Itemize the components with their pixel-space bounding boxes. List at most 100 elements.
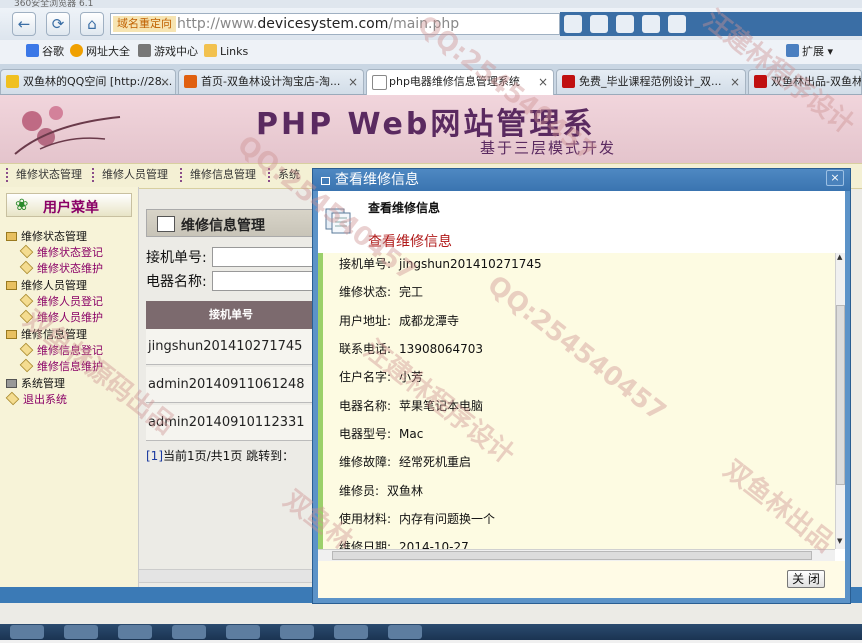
- menu-item-staff-edit[interactable]: 维修人员维护: [19, 309, 103, 325]
- menu-group-repair[interactable]: 维修信息管理: [6, 328, 87, 342]
- taskbar-app-icon[interactable]: [64, 625, 98, 639]
- back-icon[interactable]: ←: [12, 12, 36, 36]
- tab-close-icon[interactable]: ×: [160, 70, 170, 94]
- menu-item-repair-add[interactable]: 维修信息登记: [19, 342, 103, 358]
- main-panel-header: 维修信息管理: [146, 209, 316, 237]
- table-row[interactable]: jingshun201410271745: [146, 329, 316, 365]
- address-bar[interactable]: 域名重定向 http://www.devicesystem.com/main.p…: [110, 13, 560, 35]
- toolbar-icon[interactable]: [590, 15, 608, 33]
- order-no-input[interactable]: [212, 247, 324, 267]
- taskbar-app-icon[interactable]: [172, 625, 206, 639]
- menu-group-system[interactable]: 系统管理: [6, 377, 65, 391]
- tab-taobao[interactable]: 首页-双鱼林设计淘宝店-淘... ×: [178, 69, 364, 94]
- tab-free-course[interactable]: 免费_毕业课程范例设计_双... ×: [556, 69, 746, 94]
- tab-shuangyulin[interactable]: 双鱼林出品-双鱼林: [748, 69, 862, 94]
- scroll-thumb[interactable]: [332, 551, 812, 560]
- page-horizontal-scrollbar[interactable]: [138, 569, 318, 583]
- toolbar-icons: [560, 12, 862, 36]
- bookmark-label: 谷歌: [42, 45, 64, 58]
- menu-group-staff[interactable]: 维修人员管理: [6, 279, 87, 293]
- tab-label: 免费_毕业课程范例设计_双...: [579, 75, 722, 88]
- bookmark-links[interactable]: Links: [204, 44, 248, 60]
- extensions-button[interactable]: 扩展 ▾: [786, 44, 833, 60]
- dialog-titlebar[interactable]: 查看维修信息 ×: [313, 169, 850, 191]
- window-icon: [321, 177, 330, 185]
- refresh-icon[interactable]: ⟳: [46, 12, 70, 36]
- extensions-label: 扩展: [802, 45, 824, 58]
- nav-repair-manage[interactable]: 维修信息管理: [180, 168, 256, 182]
- computer-icon: [6, 379, 17, 388]
- toolbar-icon[interactable]: [642, 15, 660, 33]
- folder-icon: [204, 44, 217, 57]
- close-button[interactable]: 关 闭: [787, 570, 825, 588]
- leaf-icon: ❀: [15, 195, 29, 214]
- scroll-thumb[interactable]: [836, 305, 845, 485]
- bookmark-google[interactable]: 谷歌: [26, 44, 64, 60]
- tab-label: 双鱼林出品-双鱼林: [771, 75, 862, 88]
- menu-title: ❀ 用户菜单: [6, 193, 132, 217]
- menu-item-logout[interactable]: 退出系统: [5, 391, 67, 407]
- taskbar-app-icon[interactable]: [10, 625, 44, 639]
- tab-strip: 双鱼林的QQ空间 [http://28... × 首页-双鱼林设计淘宝店-淘...…: [0, 64, 862, 95]
- site-header: PHP Web网站管理系 基于三层模式开发: [0, 95, 862, 163]
- tab-close-icon[interactable]: ×: [538, 70, 548, 94]
- taskbar-app-icon[interactable]: [118, 625, 152, 639]
- tab-current[interactable]: php电器维修信息管理系统 ×: [366, 69, 554, 95]
- menu-label: 维修人员登记: [37, 295, 103, 308]
- nav-staff-manage[interactable]: 维修人员管理: [92, 168, 168, 182]
- redirect-badge: 域名重定向: [113, 16, 176, 32]
- detail-device-model: 电器型号: Mac: [339, 427, 424, 441]
- pager-text: 当前1页/共1页 跳转到：: [163, 449, 295, 463]
- taskbar-app-icon[interactable]: [334, 625, 368, 639]
- menu-item-repair-edit[interactable]: 维修信息维护: [19, 358, 103, 374]
- tab-close-icon[interactable]: ×: [348, 70, 358, 94]
- dialog-horizontal-scrollbar[interactable]: [318, 549, 835, 561]
- device-name-input[interactable]: [212, 271, 324, 291]
- menu-item-status-edit[interactable]: 维修状态维护: [19, 260, 103, 276]
- documents-icon: [325, 208, 351, 234]
- tab-qq-space[interactable]: 双鱼林的QQ空间 [http://28... ×: [0, 69, 176, 94]
- gamepad-icon: [138, 44, 151, 57]
- table-row[interactable]: admin20140911061248: [146, 367, 316, 403]
- menu-item-staff-add[interactable]: 维修人员登记: [19, 293, 103, 309]
- address-url[interactable]: http://www.devicesystem.com/main.php: [177, 14, 459, 34]
- dialog-close-icon[interactable]: ×: [826, 170, 844, 186]
- toolbar-icon[interactable]: [564, 15, 582, 33]
- filter-order-label: 接机单号:: [146, 250, 207, 266]
- main-title: 维修信息管理: [181, 218, 265, 234]
- page-link[interactable]: [1]: [146, 449, 163, 463]
- bookmark-label: 游戏中心: [154, 45, 198, 58]
- toolbar-icon[interactable]: [616, 15, 634, 33]
- nav-status-manage[interactable]: 维修状态管理: [6, 168, 82, 182]
- menu-group-status[interactable]: 维修状态管理: [6, 230, 87, 244]
- menu-label: 维修状态管理: [21, 230, 87, 243]
- bookmark-portal[interactable]: 网址大全: [70, 44, 130, 60]
- bookmark-label: Links: [220, 45, 249, 58]
- menu-label: 维修信息登记: [37, 344, 103, 357]
- google-icon: [26, 44, 39, 57]
- bookmark-label: 网址大全: [86, 45, 130, 58]
- toolbar-icon[interactable]: [668, 15, 686, 33]
- home-icon[interactable]: ⌂: [80, 12, 104, 36]
- dialog-footer: 关 闭: [318, 561, 845, 598]
- bookmark-games[interactable]: 游戏中心: [138, 44, 198, 60]
- detail-status: 维修状态: 完工: [339, 285, 424, 299]
- browser-toolbar: ← ⟳ ⌂ 域名重定向 http://www.devicesystem.com/…: [0, 8, 862, 41]
- taskbar-app-icon[interactable]: [280, 625, 314, 639]
- star-icon: [6, 75, 19, 88]
- diamond-icon: [19, 260, 34, 275]
- menu-item-status-add[interactable]: 维修状态登记: [19, 244, 103, 260]
- table-row[interactable]: admin20140910112331: [146, 405, 316, 441]
- page-icon: [372, 75, 387, 90]
- taskbar-app-icon[interactable]: [226, 625, 260, 639]
- tab-close-icon[interactable]: ×: [730, 70, 740, 94]
- site-icon: [562, 75, 575, 88]
- scroll-up-icon[interactable]: ▲: [837, 253, 842, 261]
- sidebar: ❀ 用户菜单 维修状态管理 维修状态登记 维修状态维护 维修人员管理 维修人员登…: [0, 187, 139, 587]
- site-icon: [754, 75, 767, 88]
- nav-system[interactable]: 系统: [268, 168, 300, 182]
- taskbar-app-icon[interactable]: [388, 625, 422, 639]
- dialog-vertical-scrollbar[interactable]: ▲ ▼: [835, 253, 845, 549]
- folder-icon: [6, 281, 17, 290]
- scroll-down-icon[interactable]: ▼: [837, 537, 842, 545]
